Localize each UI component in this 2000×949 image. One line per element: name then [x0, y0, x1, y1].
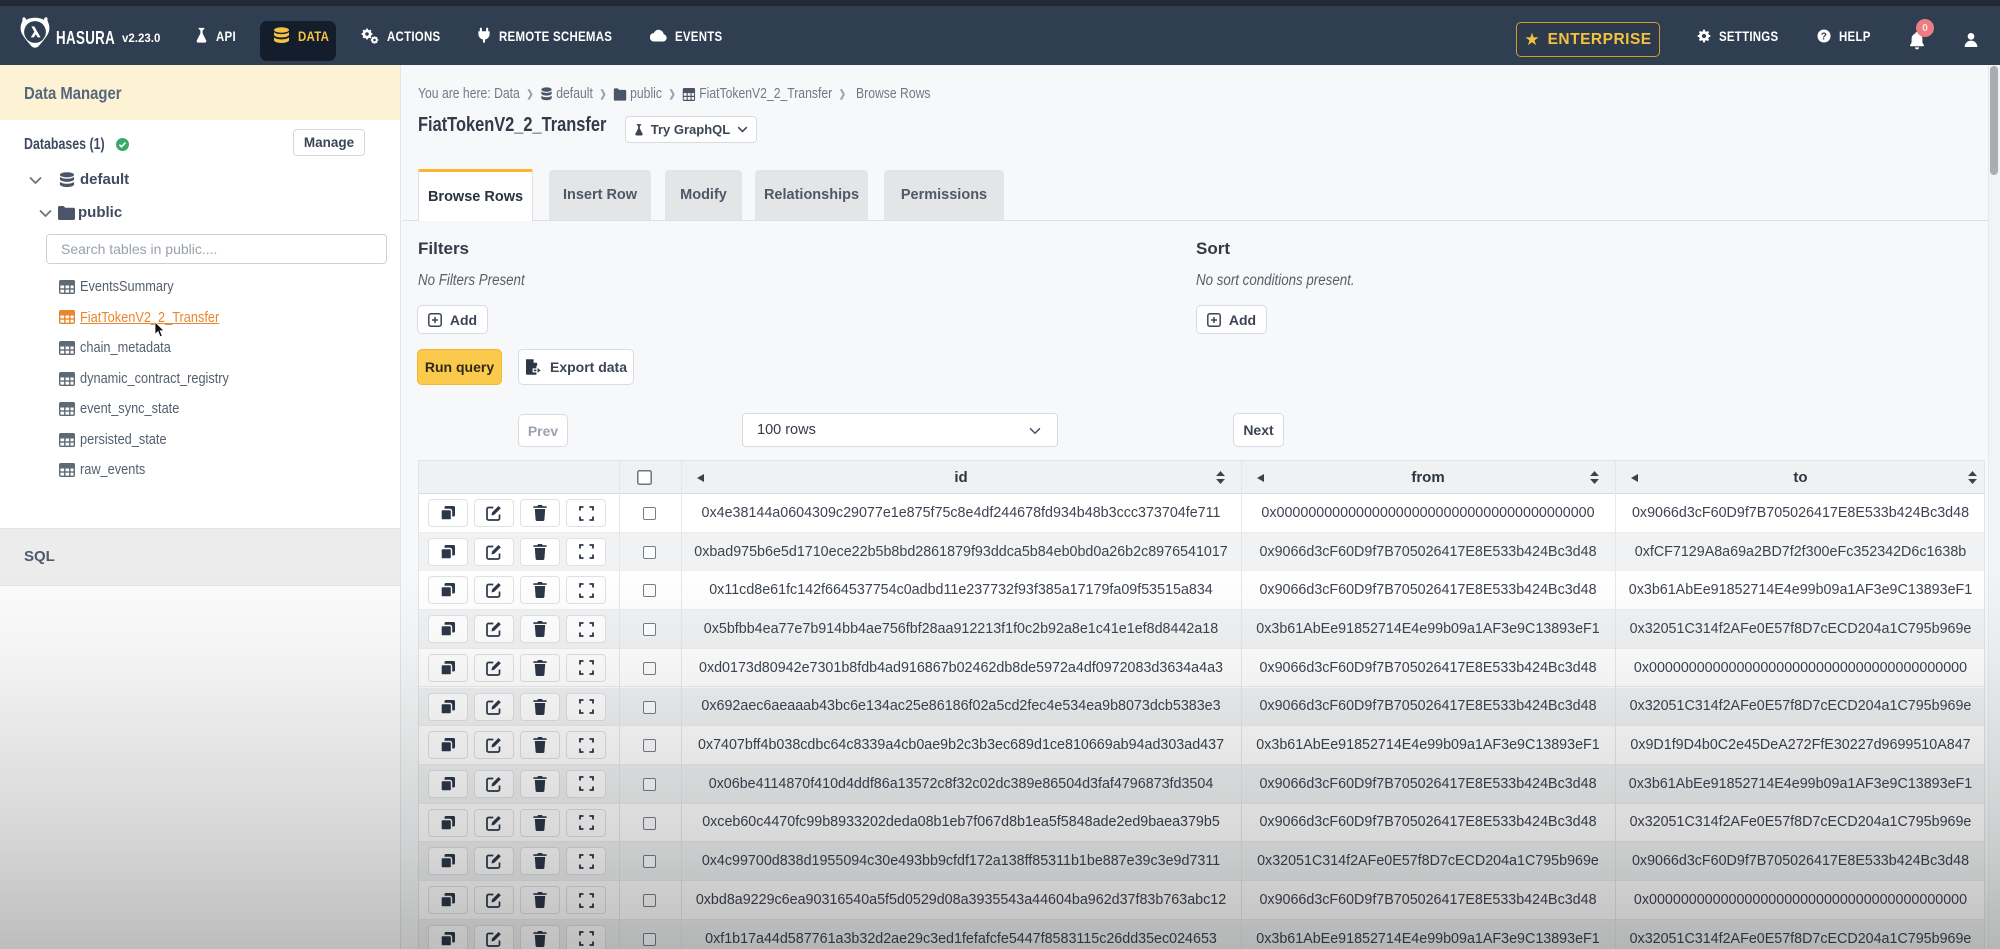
svg-text:?: ? — [1821, 31, 1827, 42]
